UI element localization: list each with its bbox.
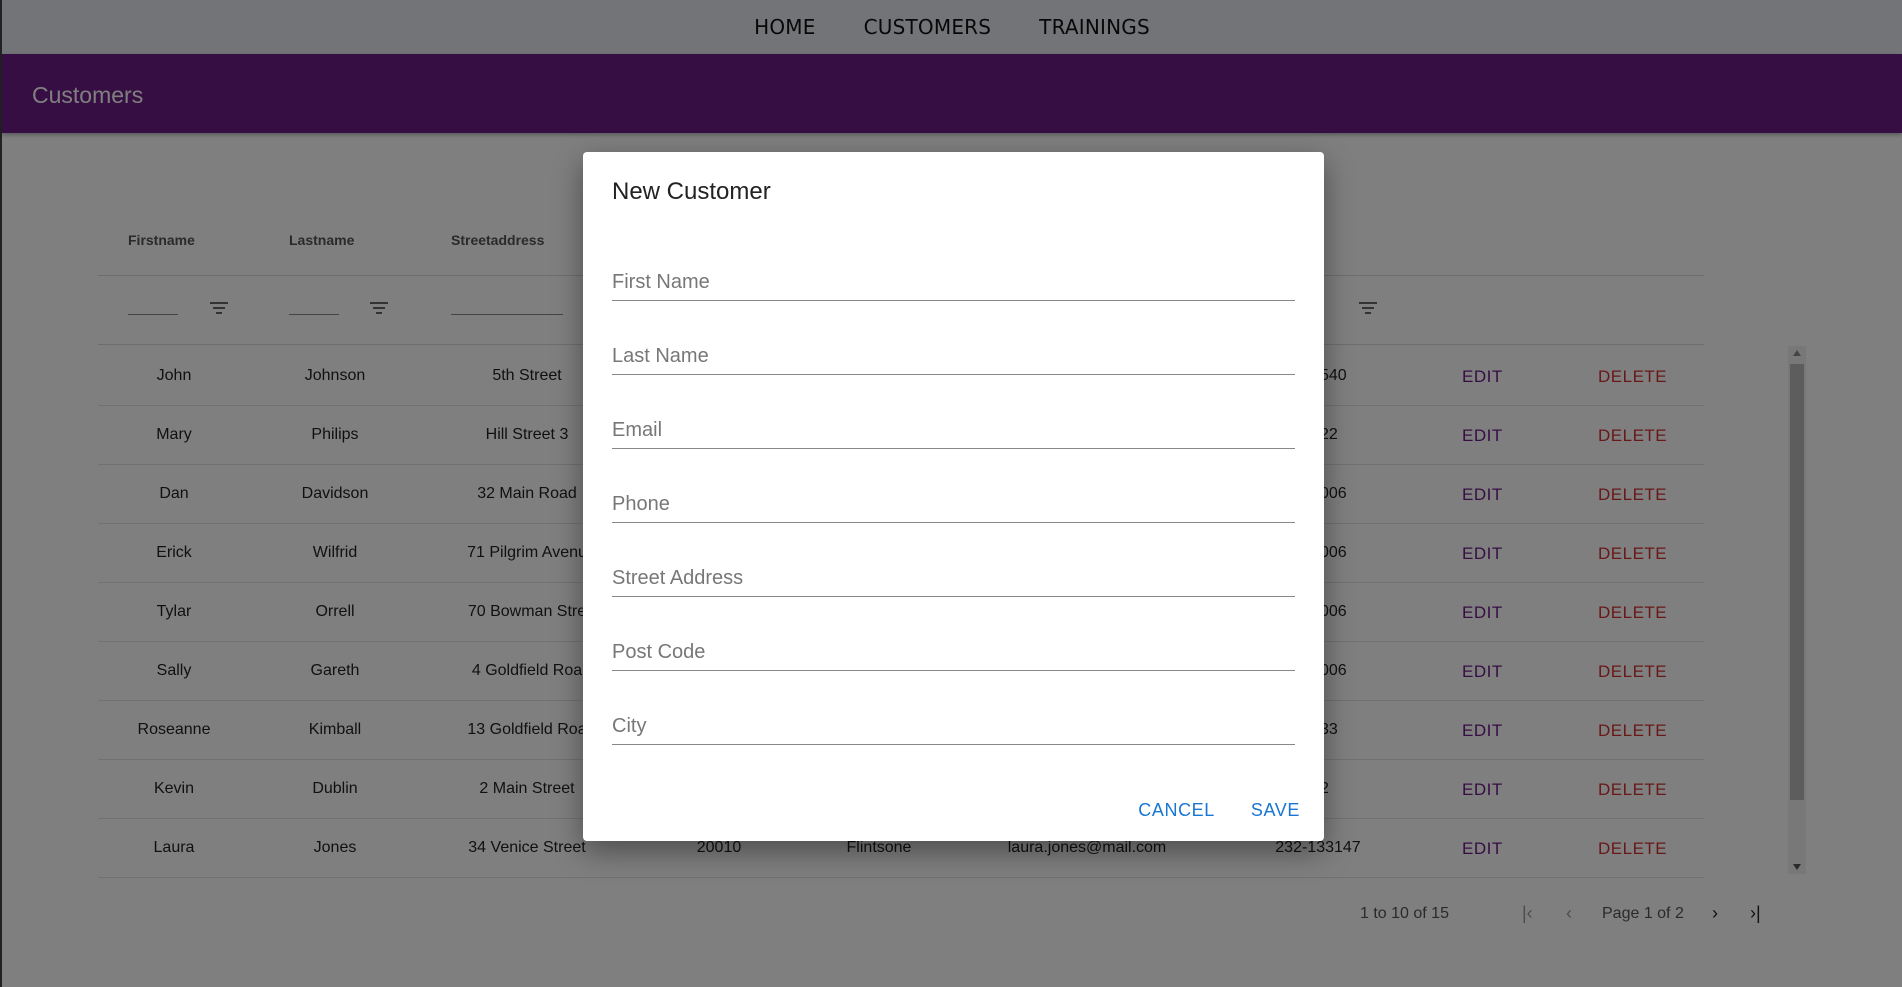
street-address-field[interactable] xyxy=(612,552,1295,597)
post-code-input[interactable] xyxy=(612,641,1295,664)
first-name-input[interactable] xyxy=(612,271,1295,294)
city-field[interactable] xyxy=(612,700,1295,745)
dialog-actions: CANCEL SAVE xyxy=(1138,800,1300,821)
city-input[interactable] xyxy=(612,715,1295,738)
last-name-input[interactable] xyxy=(612,345,1295,368)
street-address-input[interactable] xyxy=(612,567,1295,590)
phone-input[interactable] xyxy=(612,493,1295,516)
email-field[interactable] xyxy=(612,404,1295,449)
email-input[interactable] xyxy=(612,419,1295,442)
new-customer-dialog: New Customer CANCEL SAVE xyxy=(583,152,1324,841)
first-name-field[interactable] xyxy=(612,256,1295,301)
dialog-title: New Customer xyxy=(612,178,771,205)
phone-field[interactable] xyxy=(612,478,1295,523)
post-code-field[interactable] xyxy=(612,626,1295,671)
save-button[interactable]: SAVE xyxy=(1251,800,1300,821)
last-name-field[interactable] xyxy=(612,330,1295,375)
cancel-button[interactable]: CANCEL xyxy=(1138,800,1215,821)
